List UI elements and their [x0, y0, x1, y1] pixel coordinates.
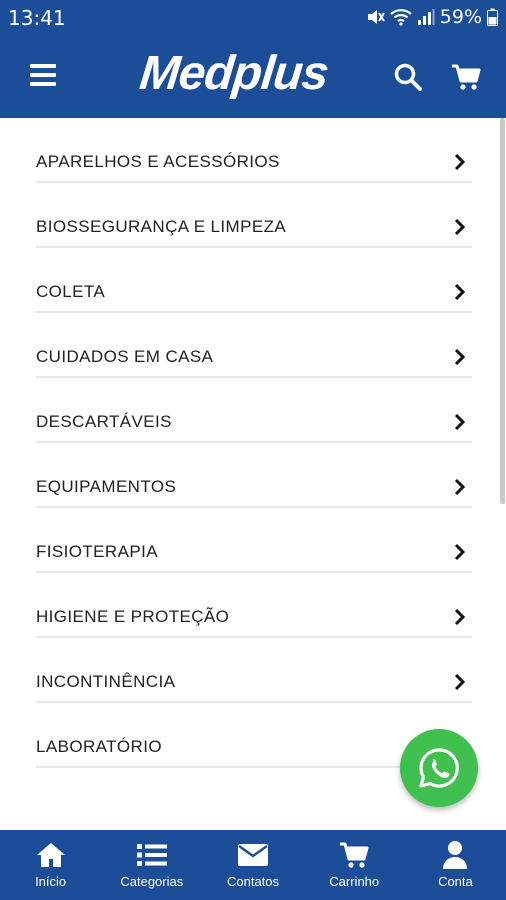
list-scrollbar[interactable] [500, 118, 505, 504]
home-icon [36, 843, 65, 867]
category-label: HIGIENE E PROTEÇÃO [36, 607, 230, 626]
category-label: BIOSSEGURANÇA E LIMPEZA [36, 217, 287, 236]
category-label: EQUIPAMENTOS [36, 477, 177, 496]
category-list: APARELHOS E ACESSÓRIOS BIOSSEGURANÇA E L… [0, 118, 506, 830]
category-item[interactable]: INCONTINÊNCIA [36, 638, 472, 703]
nav-label: Conta [438, 874, 473, 889]
search-icon[interactable] [393, 62, 423, 92]
bottom-navigation: Início Categorias Contatos Carrinho Cont… [0, 830, 506, 900]
category-label: FISIOTERAPIA [36, 542, 158, 561]
category-item[interactable]: CUIDADOS EM CASA [36, 313, 472, 378]
nav-label: Início [35, 874, 67, 889]
cart-icon[interactable] [451, 63, 481, 91]
chevron-right-icon [454, 153, 466, 171]
chevron-right-icon [454, 283, 466, 301]
wifi-icon [390, 9, 412, 26]
status-time: 13:41 [8, 6, 66, 30]
nav-inicio[interactable]: Início [0, 830, 101, 900]
cart-icon [340, 842, 369, 868]
category-item[interactable]: DESCARTÁVEIS [36, 378, 472, 443]
status-icons: 59% [365, 6, 498, 28]
category-item[interactable]: COLETA [36, 248, 472, 313]
chevron-right-icon [454, 478, 466, 496]
category-item[interactable]: EQUIPAMENTOS [36, 443, 472, 508]
nav-conta[interactable]: Conta [405, 830, 506, 900]
chevron-right-icon [454, 608, 466, 626]
hamburger-menu-icon[interactable] [30, 64, 56, 88]
chevron-right-icon [454, 673, 466, 691]
nav-label: Contatos [226, 874, 280, 889]
envelope-icon [238, 844, 268, 866]
app: 13:41 59% Medplus APARELHOS E ACESSÓRIOS… [0, 0, 506, 900]
signal-icon [417, 9, 435, 25]
chevron-right-icon [454, 543, 466, 561]
user-icon [443, 841, 468, 869]
category-label: INCONTINÊNCIA [36, 672, 176, 691]
category-item[interactable]: HIGIENE E PROTEÇÃO [36, 573, 472, 638]
chevron-right-icon [454, 348, 466, 366]
app-header: Medplus [0, 36, 506, 118]
category-item[interactable]: BIOSSEGURANÇA E LIMPEZA [36, 183, 472, 248]
category-label: LABORATÓRIO [36, 737, 162, 756]
medplus-logo[interactable]: Medplus [137, 46, 330, 101]
whatsapp-icon [419, 748, 459, 788]
chevron-right-icon [454, 413, 466, 431]
category-label: DESCARTÁVEIS [36, 412, 172, 431]
category-label: APARELHOS E ACESSÓRIOS [36, 152, 280, 171]
nav-contatos[interactable]: Contatos [202, 830, 303, 900]
nav-label: Carrinho [329, 874, 380, 889]
battery-icon [487, 8, 498, 26]
whatsapp-button[interactable] [400, 729, 478, 807]
chevron-right-icon [454, 218, 466, 236]
nav-carrinho[interactable]: Carrinho [304, 830, 405, 900]
status-bar: 13:41 59% [0, 0, 506, 36]
mute-icon [367, 10, 385, 24]
category-item[interactable]: FISIOTERAPIA [36, 508, 472, 573]
category-item[interactable]: APARELHOS E ACESSÓRIOS [36, 118, 472, 183]
category-label: COLETA [36, 282, 106, 301]
battery-percent: 59% [439, 6, 482, 28]
category-label: CUIDADOS EM CASA [36, 347, 214, 366]
list-icon [136, 844, 167, 866]
nav-categorias[interactable]: Categorias [101, 830, 202, 900]
nav-label: Categorias [120, 874, 184, 889]
